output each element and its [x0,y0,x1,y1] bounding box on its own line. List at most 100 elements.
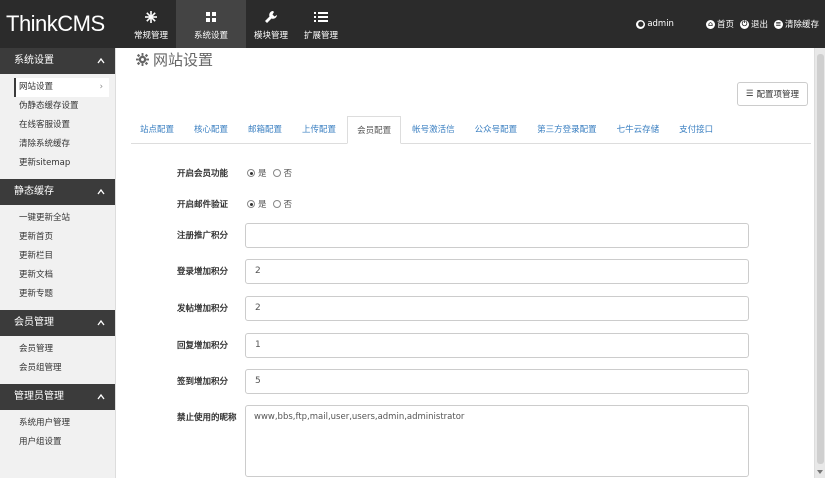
power-icon: ⏻ [739,19,749,29]
radio-yes[interactable] [247,169,255,177]
sidebar-item-label: 网站设置 [19,82,54,92]
user-menu[interactable]: ● admin [636,19,674,29]
clear-cache-link[interactable]: ≡ 清除缓存 [773,18,819,30]
list-icon: ☰ [745,89,754,99]
main-content: 网站设置 ☰ 配置项管理 站点配置 核心配置 邮箱配置 上传配置 会员配置 帐号… [117,48,814,478]
list-icon [296,6,346,26]
config-items-button[interactable]: ☰ 配置项管理 [736,82,808,106]
radio-yes-label: 是 [258,169,267,179]
topnav-label: 常规管理 [133,31,168,41]
topnav-modules[interactable]: 模块管理 [246,0,296,48]
field-label: 发帖增加积分 [177,304,229,314]
sidebar-item-user-groups[interactable]: 用户组设置 [0,433,115,452]
trash-icon: ≡ [773,19,783,29]
sidebar-list: 系统用户管理 用户组设置 [0,410,115,458]
page-title: 网站设置 [136,48,213,70]
radio-group: 是 否 [247,198,298,210]
home-label: 首页 [716,20,734,30]
sidebar-item-system-users[interactable]: 系统用户管理 [0,414,115,433]
sidebar-group-title: 管理员管理 [14,391,64,402]
signin-points-input[interactable]: 5 [245,369,749,394]
sidebar-item-update-docs[interactable]: 更新文档 [0,266,115,285]
login-points-input[interactable]: 2 [245,259,749,284]
form-row-reply-points: 回复增加积分 1 [117,333,814,358]
grid-icon [176,6,246,26]
settings-tabs: 站点配置 核心配置 邮箱配置 上传配置 会员配置 帐号激活信 公众号配置 第三方… [131,116,811,144]
sidebar-group-system[interactable]: 系统设置 [0,48,115,74]
sidebar-item-member-groups[interactable]: 会员组管理 [0,359,115,378]
sidebar-list: 一键更新全站 更新首页 更新栏目 更新文档 更新专题 [0,205,115,310]
radio-no[interactable] [272,200,281,208]
form-row-member-enabled: 开启会员功能 是 否 [117,166,814,180]
chevron-right-icon: › [99,82,103,92]
asterisk-icon [126,6,176,26]
tab-core[interactable]: 核心配置 [185,116,237,144]
radio-yes[interactable] [247,200,255,208]
top-bar: ThinkCMS 常规管理 系统设置 模块管理 扩展管理 ● admin ⌂ 首… [0,0,825,48]
sidebar-group-title: 系统设置 [14,55,54,66]
sidebar-group-static-cache[interactable]: 静态缓存 [0,179,115,205]
tab-upload[interactable]: 上传配置 [293,116,345,144]
tab-third-party-login[interactable]: 第三方登录配置 [528,116,606,144]
top-nav: 常规管理 系统设置 模块管理 扩展管理 [126,0,346,48]
sidebar-item-rewrite-cache[interactable]: 伪静态缓存设置 [0,97,115,116]
reply-points-input[interactable]: 1 [245,333,749,358]
tab-mail[interactable]: 邮箱配置 [239,116,291,144]
radio-group: 是 否 [247,167,298,179]
radio-no-label: 否 [283,200,293,210]
wrench-icon [246,6,296,26]
gear-icon [136,52,149,66]
field-label: 回复增加积分 [177,341,229,351]
sidebar-list: 会员管理 会员组管理 [0,336,115,384]
form-row-signin-points: 签到增加积分 5 [117,369,814,394]
chevron-up-icon [97,319,105,326]
sidebar-item-update-columns[interactable]: 更新栏目 [0,247,115,266]
sidebar-group-title: 会员管理 [14,317,54,328]
sidebar-item-update-topics[interactable]: 更新专题 [0,285,115,304]
tab-activation-mail[interactable]: 帐号激活信 [403,116,464,144]
tab-member[interactable]: 会员配置 [347,116,402,144]
config-items-label: 配置项管理 [756,90,799,100]
vertical-scrollbar[interactable] [814,48,825,478]
form-row-email-verify: 开启邮件验证 是 否 [117,197,814,211]
tab-qiniu[interactable]: 七牛云存储 [608,116,669,144]
scroll-down-arrow-icon[interactable] [817,470,823,474]
tab-site[interactable]: 站点配置 [131,116,183,144]
radio-no-label: 否 [283,169,293,179]
sidebar: 系统设置 网站设置 › 伪静态缓存设置 在线客服设置 清除系统缓存 更新site… [0,48,116,478]
sidebar-group-admins[interactable]: 管理员管理 [0,384,115,410]
sidebar-item-clear-cache[interactable]: 清除系统缓存 [0,135,115,154]
top-right-menu: ● admin ⌂ 首页 ⏻ 退出 ≡ 清除缓存 [630,0,819,48]
sidebar-item-member-manage[interactable]: 会员管理 [0,340,115,359]
home-link[interactable]: ⌂ 首页 [705,18,734,30]
form-row-banned-nicknames: 禁止使用的昵称 www,bbs,ftp,mail,user,users,admi… [117,405,814,477]
scroll-thumb[interactable] [817,54,824,464]
topnav-regular[interactable]: 常规管理 [126,0,176,48]
page-title-text: 网站设置 [153,51,214,69]
banned-nicknames-textarea[interactable]: www,bbs,ftp,mail,user,users,admin,admini… [245,405,749,477]
radio-no[interactable] [272,169,281,177]
sidebar-item-sitemap[interactable]: 更新sitemap [0,154,115,173]
chevron-up-icon [97,57,105,64]
sidebar-item-update-all[interactable]: 一键更新全站 [0,209,115,228]
topnav-label: 模块管理 [253,31,288,41]
post-points-input[interactable]: 2 [245,296,749,321]
logout-link[interactable]: ⏻ 退出 [739,18,768,30]
topnav-extensions[interactable]: 扩展管理 [296,0,346,48]
form-row-register-points: 注册推广积分 [117,223,814,248]
register-points-input[interactable] [245,223,749,248]
sidebar-item-site-settings[interactable]: 网站设置 › [14,78,109,97]
tab-payment[interactable]: 支付接口 [670,116,722,144]
tab-wechat[interactable]: 公众号配置 [466,116,527,144]
field-label: 签到增加积分 [177,377,229,387]
user-icon: ● [636,19,646,29]
sidebar-group-members[interactable]: 会员管理 [0,310,115,336]
brand-logo[interactable]: ThinkCMS [0,0,118,48]
topnav-label: 扩展管理 [303,31,338,41]
topnav-label: 系统设置 [193,31,228,41]
field-label: 禁止使用的昵称 [177,413,237,423]
sidebar-item-online-service[interactable]: 在线客服设置 [0,116,115,135]
sidebar-item-update-home[interactable]: 更新首页 [0,228,115,247]
chevron-up-icon [97,393,105,400]
topnav-system[interactable]: 系统设置 [176,0,246,48]
